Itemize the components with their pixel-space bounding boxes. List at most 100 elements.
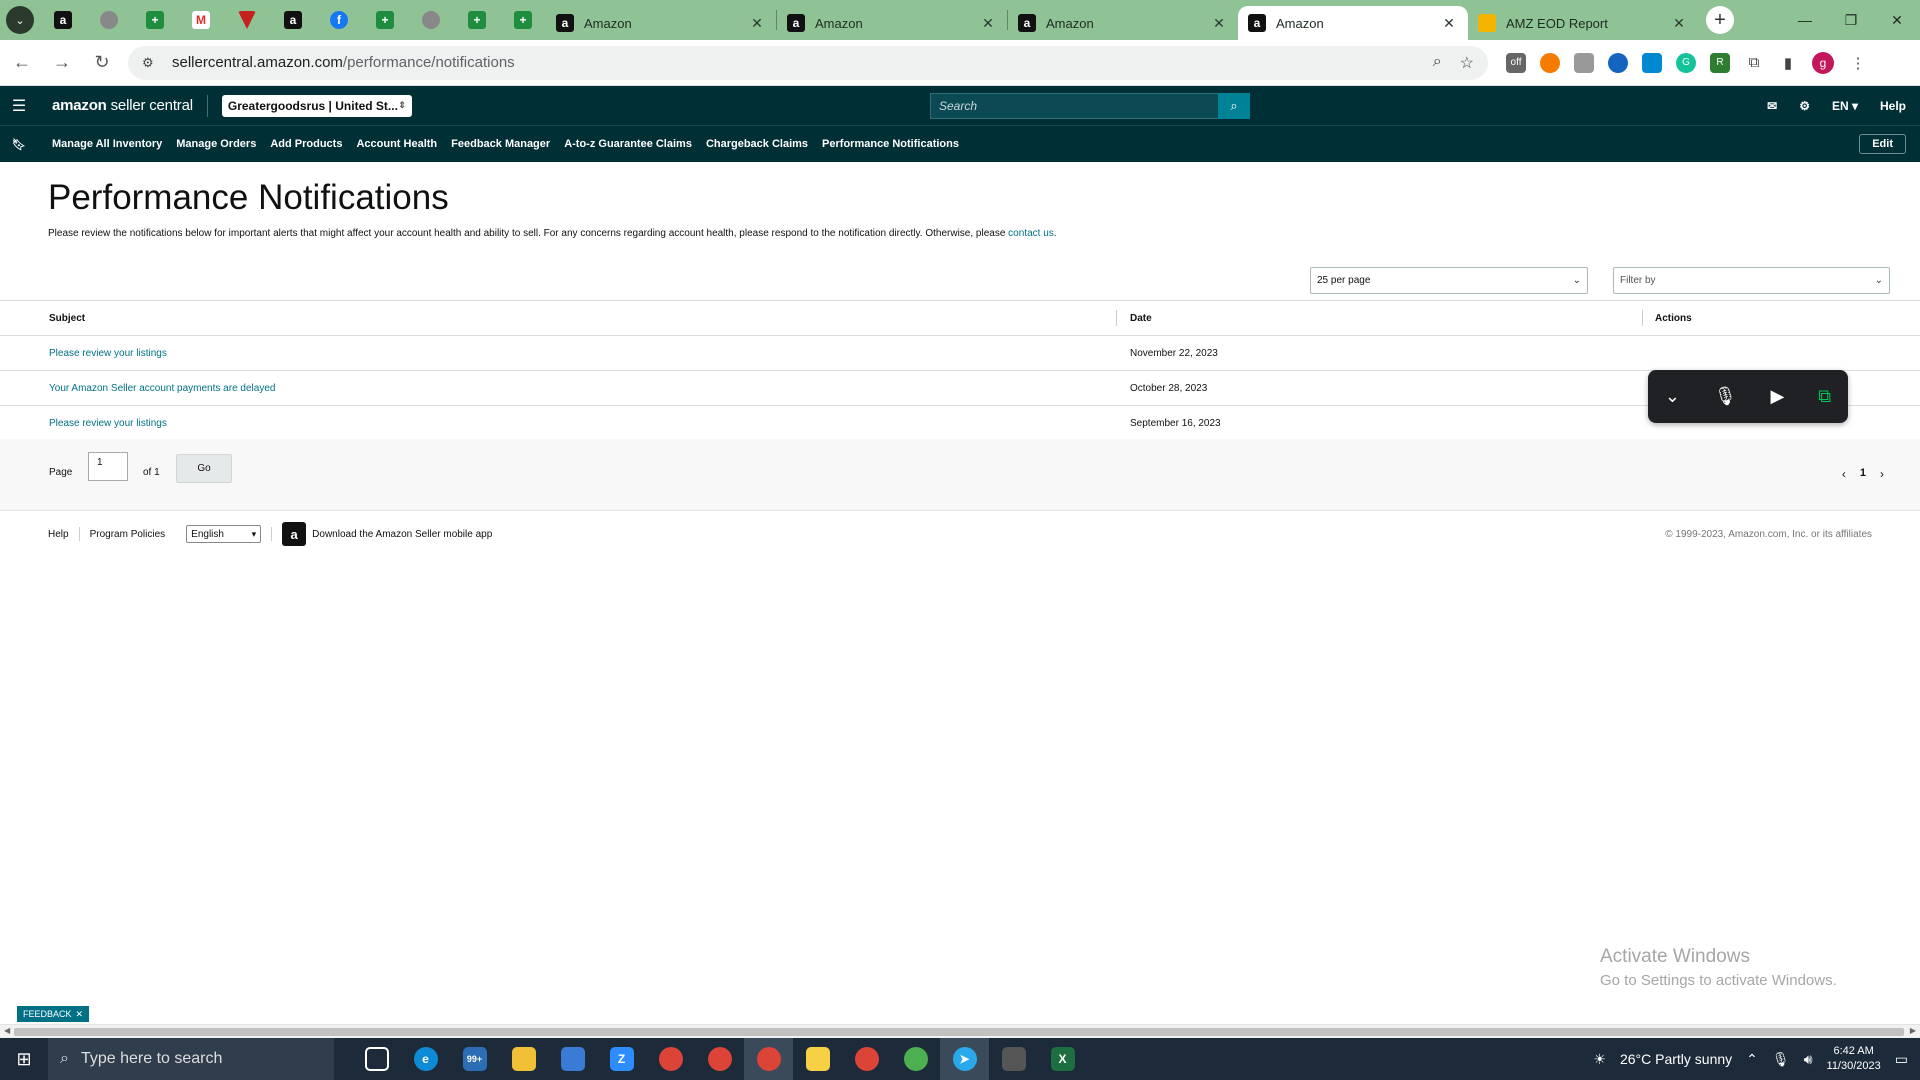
- chrome-icon-active[interactable]: [744, 1038, 793, 1080]
- amazon-app-icon[interactable]: a: [282, 522, 307, 546]
- pinned-tab[interactable]: [224, 0, 270, 40]
- collapse-chevron-icon[interactable]: ⌄: [1665, 386, 1680, 407]
- forward-icon[interactable]: →: [44, 45, 80, 81]
- chrome-icon[interactable]: [842, 1038, 891, 1080]
- extension-gray-icon[interactable]: [1574, 52, 1594, 73]
- browser-tab[interactable]: a Amazon ✕: [1008, 6, 1238, 40]
- close-window-icon[interactable]: ✕: [1874, 0, 1920, 40]
- nav-feedback-manager[interactable]: Feedback Manager: [451, 138, 550, 150]
- chevron-up-icon[interactable]: ⌃: [1746, 1051, 1758, 1068]
- new-tab-button[interactable]: +: [1706, 6, 1734, 34]
- extension-orange-icon[interactable]: [1540, 52, 1560, 73]
- column-header-subject[interactable]: Subject: [49, 313, 85, 324]
- previous-page-icon[interactable]: ‹: [1842, 467, 1846, 481]
- pinned-tab[interactable]: [408, 0, 454, 40]
- go-button[interactable]: Go: [176, 454, 232, 483]
- notification-subject-link[interactable]: Please review your listings: [49, 348, 167, 359]
- scroll-right-icon[interactable]: ▶: [1910, 1026, 1916, 1035]
- zoom-icon[interactable]: ⌕: [1433, 53, 1442, 73]
- clock[interactable]: 6:42 AM 11/30/2023: [1827, 1044, 1881, 1074]
- nav-manage-orders[interactable]: Manage Orders: [176, 138, 256, 150]
- store-icon[interactable]: [548, 1038, 597, 1080]
- windows-start-icon[interactable]: ⊞: [0, 1049, 48, 1070]
- restore-icon[interactable]: ❐: [1828, 0, 1874, 40]
- column-header-date[interactable]: Date: [1130, 313, 1152, 324]
- notification-subject-link[interactable]: Your Amazon Seller account payments are …: [49, 383, 275, 394]
- bookmark-star-icon[interactable]: ☆: [1460, 53, 1474, 73]
- side-panel-icon[interactable]: ▮: [1778, 52, 1798, 73]
- share-screen-icon[interactable]: ⧉: [1818, 386, 1831, 407]
- video-camera-icon[interactable]: ▶: [1771, 386, 1785, 407]
- pinned-tab[interactable]: a: [40, 0, 86, 40]
- edit-nav-button[interactable]: Edit: [1859, 134, 1906, 154]
- nav-add-products[interactable]: Add Products: [270, 138, 342, 150]
- hamburger-menu-icon[interactable]: ☰: [0, 96, 38, 116]
- nav-manage-all-inventory[interactable]: Manage All Inventory: [52, 138, 162, 150]
- tab-close-icon[interactable]: ✕: [1210, 15, 1228, 32]
- footer-language-select[interactable]: English ▾: [186, 525, 262, 543]
- zoom-app-icon[interactable]: Z: [597, 1038, 646, 1080]
- settings-gear-icon[interactable]: ⚙: [1799, 99, 1810, 113]
- pinned-tab[interactable]: +: [500, 0, 546, 40]
- browser-tab[interactable]: a Amazon ✕: [777, 6, 1007, 40]
- site-info-icon[interactable]: ⚙: [142, 55, 160, 71]
- volume-icon[interactable]: 🔊︎: [1804, 1051, 1813, 1068]
- scrollbar-thumb[interactable]: [14, 1028, 1904, 1036]
- calculator-icon[interactable]: [989, 1038, 1038, 1080]
- bookmark-icon[interactable]: 🔖︎: [0, 138, 38, 151]
- feedback-button[interactable]: FEEDBACK ✕: [17, 1006, 90, 1022]
- minimize-icon[interactable]: —: [1782, 0, 1828, 40]
- file-explorer-icon[interactable]: [499, 1038, 548, 1080]
- browser-tab-active[interactable]: a Amazon ✕: [1238, 6, 1468, 40]
- extension-blue-icon[interactable]: [1608, 52, 1628, 73]
- next-page-icon[interactable]: ›: [1880, 467, 1884, 481]
- current-page[interactable]: 1: [1860, 467, 1866, 481]
- back-icon[interactable]: ←: [4, 45, 40, 81]
- per-page-select[interactable]: 25 per page ⌄: [1310, 267, 1588, 294]
- browser-tab[interactable]: AMZ EOD Report ✕: [1468, 6, 1698, 40]
- tab-close-icon[interactable]: ✕: [1440, 15, 1458, 32]
- excel-icon[interactable]: X: [1038, 1038, 1087, 1080]
- scroll-left-icon[interactable]: ◀: [4, 1026, 10, 1035]
- extension-off-icon[interactable]: off: [1506, 52, 1526, 73]
- more-menu-icon[interactable]: ⋮: [1848, 52, 1868, 73]
- nav-performance-notifications[interactable]: Performance Notifications: [822, 138, 959, 150]
- profile-avatar[interactable]: g: [1812, 51, 1834, 74]
- filter-select[interactable]: Filter by ⌄: [1613, 267, 1890, 294]
- search-input[interactable]: Search: [930, 93, 1218, 119]
- pinned-tab[interactable]: [86, 0, 132, 40]
- notification-subject-link[interactable]: Please review your listings: [49, 418, 167, 429]
- telegram-icon[interactable]: ➤: [940, 1038, 989, 1080]
- pinned-tab[interactable]: +: [362, 0, 408, 40]
- notifications-icon[interactable]: ▭: [1895, 1051, 1908, 1068]
- extension-green-icon[interactable]: R: [1710, 52, 1730, 73]
- seller-central-logo[interactable]: amazon seller central: [52, 97, 193, 114]
- extensions-puzzle-icon[interactable]: ⧉: [1744, 52, 1764, 73]
- tab-close-icon[interactable]: ✕: [1670, 15, 1688, 32]
- tab-close-icon[interactable]: ✕: [979, 15, 997, 32]
- reload-icon[interactable]: ↻: [84, 45, 120, 81]
- nav-a-to-z-claims[interactable]: A-to-z Guarantee Claims: [564, 138, 692, 150]
- pinned-tab[interactable]: +: [132, 0, 178, 40]
- footer-help-link[interactable]: Help: [48, 529, 69, 540]
- page-number-input[interactable]: 1: [88, 452, 128, 481]
- chrome-icon[interactable]: [695, 1038, 744, 1080]
- pinned-tab[interactable]: a: [270, 0, 316, 40]
- pinned-tab[interactable]: M: [178, 0, 224, 40]
- grammarly-icon[interactable]: G: [1676, 52, 1696, 73]
- weather-text[interactable]: 26°C Partly sunny: [1620, 1051, 1732, 1067]
- mail-app-icon[interactable]: 99+: [450, 1038, 499, 1080]
- browser-tab[interactable]: a Amazon ✕: [546, 6, 776, 40]
- program-policies-link[interactable]: Program Policies: [90, 529, 166, 540]
- nav-chargeback-claims[interactable]: Chargeback Claims: [706, 138, 808, 150]
- nav-account-health[interactable]: Account Health: [356, 138, 437, 150]
- chrome-icon[interactable]: [646, 1038, 695, 1080]
- extension-amz-icon[interactable]: [1642, 52, 1662, 73]
- edge-icon[interactable]: e: [401, 1038, 450, 1080]
- mail-icon[interactable]: ✉: [1767, 99, 1777, 113]
- sticky-notes-icon[interactable]: [793, 1038, 842, 1080]
- horizontal-scrollbar[interactable]: ◀ ▶: [0, 1024, 1920, 1038]
- address-bar[interactable]: ⚙ sellercentral.amazon.com/performance/n…: [128, 45, 1488, 80]
- search-button[interactable]: ⌕: [1218, 93, 1250, 119]
- mic-muted-icon[interactable]: 🎙︎: [1714, 386, 1737, 407]
